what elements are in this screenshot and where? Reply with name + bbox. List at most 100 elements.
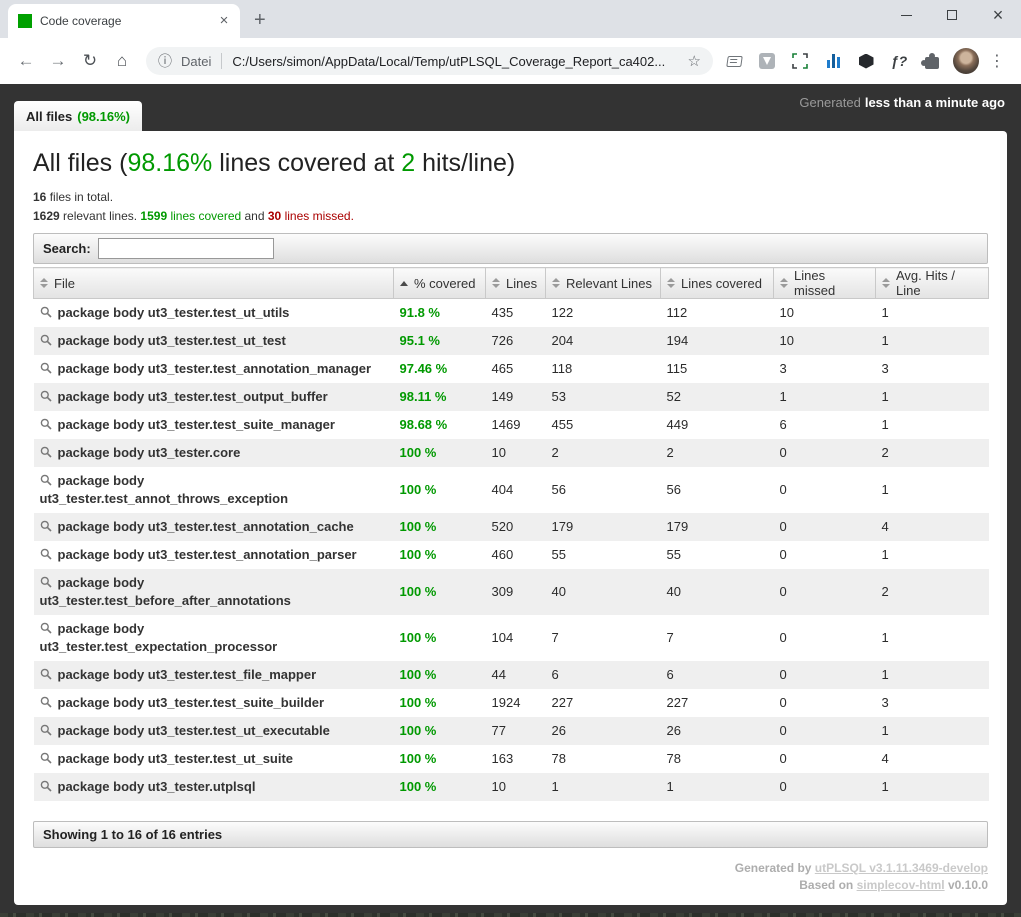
table-row[interactable]: package body ut3_tester.utplsql 100 % 10… [34,773,989,801]
cell-lines-missed: 3 [774,355,876,383]
file-name[interactable]: package body ut3_tester.core [58,445,241,460]
cell-percent-covered: 100 % [394,661,486,689]
file-name[interactable]: package bodyut3_tester.test_expectation_… [40,621,278,654]
file-name[interactable]: package body ut3_tester.test_suite_manag… [58,417,335,432]
file-name[interactable]: package body ut3_tester.test_ut_utils [58,305,290,320]
table-row[interactable]: package bodyut3_tester.test_before_after… [34,569,989,615]
cell-relevant-lines: 122 [546,299,661,328]
table-row[interactable]: package body ut3_tester.test_output_buff… [34,383,989,411]
screenshot-extension-icon[interactable] [791,52,809,70]
cell-lines-missed: 0 [774,661,876,689]
file-name[interactable]: package body ut3_tester.test_annotation_… [58,547,357,562]
profile-avatar[interactable] [953,48,979,74]
cell-relevant-lines: 26 [546,717,661,745]
back-icon[interactable]: ← [10,51,42,71]
table-row[interactable]: package body ut3_tester.test_annotation_… [34,355,989,383]
function-extension-icon[interactable]: ƒ? [890,52,908,70]
file-name[interactable]: package body ut3_tester.test_suite_build… [58,695,325,710]
browser-menu-icon[interactable]: ⋮ [989,51,1005,71]
cell-file: package body ut3_tester.test_ut_suite [34,745,394,773]
column-header[interactable]: % covered [394,268,486,299]
file-name[interactable]: package body ut3_tester.test_ut_test [58,333,286,348]
cube-extension-icon[interactable] [857,52,875,70]
cell-lines-covered: 55 [661,541,774,569]
magnifier-icon [40,575,52,590]
cell-file: package body ut3_tester.test_annotation_… [34,541,394,569]
table-row[interactable]: package body ut3_tester.core 100 % 10 2 … [34,439,989,467]
column-header[interactable]: Lines covered [661,268,774,299]
cell-lines-missed: 0 [774,773,876,801]
column-header[interactable]: Lines missed [774,268,876,299]
puzzle-icon [925,57,939,69]
table-row[interactable]: package bodyut3_tester.test_expectation_… [34,615,989,661]
cell-relevant-lines: 6 [546,661,661,689]
table-row[interactable]: package bodyut3_tester.test_annot_throws… [34,467,989,513]
cell-relevant-lines: 455 [546,411,661,439]
table-row[interactable]: package body ut3_tester.test_ut_executab… [34,717,989,745]
file-name[interactable]: package body ut3_tester.test_file_mapper [58,667,317,682]
magnifier-icon [40,547,52,562]
all-files-tab-label: All files [26,109,72,124]
cell-avg-hits: 1 [876,467,989,513]
new-tab-button[interactable]: + [254,10,266,30]
cell-file: package body ut3_tester.test_suite_manag… [34,411,394,439]
tab-all-files[interactable]: All files (98.16%) [14,101,142,131]
url-text[interactable]: C:/Users/simon/AppData/Local/Temp/utPLSQ… [232,54,679,69]
column-header[interactable]: Relevant Lines [546,268,661,299]
column-header[interactable]: File [34,268,394,299]
page-info-icon[interactable]: ⓘ [158,51,172,71]
pdf-extension-icon[interactable] [758,52,776,70]
histogram-extension-icon[interactable] [824,52,842,70]
column-header[interactable]: Lines [486,268,546,299]
tab-close-icon[interactable]: × [216,13,232,29]
title-percent: 98.16% [127,149,212,177]
table-row[interactable]: package body ut3_tester.test_ut_test 95.… [34,327,989,355]
simplecov-link[interactable]: simplecov-html [857,878,945,892]
file-name[interactable]: package body ut3_tester.test_annotation_… [58,519,354,534]
column-header[interactable]: Avg. Hits / Line [876,268,989,299]
generator-link[interactable]: utPLSQL v3.1.11.3469-develop [815,861,988,875]
file-name[interactable]: package bodyut3_tester.test_before_after… [40,575,291,608]
file-name[interactable]: package body ut3_tester.test_output_buff… [58,389,328,404]
table-row[interactable]: package body ut3_tester.test_ut_utils 91… [34,299,989,328]
file-name[interactable]: package body ut3_tester.test_annotation_… [58,361,372,376]
cell-relevant-lines: 1 [546,773,661,801]
close-button[interactable]: × [975,0,1021,30]
cell-percent-covered: 100 % [394,467,486,513]
maximize-button[interactable] [929,0,975,30]
file-name[interactable]: package bodyut3_tester.test_annot_throws… [40,473,289,506]
cell-lines: 77 [486,717,546,745]
table-row[interactable]: package body ut3_tester.test_suite_manag… [34,411,989,439]
cell-avg-hits: 4 [876,745,989,773]
extensions-menu-button[interactable] [923,52,941,70]
magnifier-icon [40,695,52,710]
cell-lines-covered: 227 [661,689,774,717]
browser-toolbar: ← → ↻ ⌂ ⓘ Datei C:/Users/simon/AppData/L… [0,38,1021,84]
search-input[interactable] [98,238,274,259]
cell-avg-hits: 1 [876,541,989,569]
table-row[interactable]: package body ut3_tester.test_annotation_… [34,541,989,569]
table-row[interactable]: package body ut3_tester.test_ut_suite 10… [34,745,989,773]
file-name[interactable]: package body ut3_tester.test_ut_executab… [58,723,330,738]
table-row[interactable]: package body ut3_tester.test_suite_build… [34,689,989,717]
cell-lines-covered: 78 [661,745,774,773]
reload-icon[interactable]: ↻ [74,51,106,71]
file-name[interactable]: package body ut3_tester.test_ut_suite [58,751,294,766]
address-bar[interactable]: ⓘ Datei C:/Users/simon/AppData/Local/Tem… [146,47,713,75]
forward-icon[interactable]: → [42,51,74,71]
file-name[interactable]: package body ut3_tester.utplsql [58,779,256,794]
cell-lines-covered: 26 [661,717,774,745]
table-row[interactable]: package body ut3_tester.test_file_mapper… [34,661,989,689]
notes-extension-icon[interactable] [725,52,743,70]
cell-file: package body ut3_tester.core [34,439,394,467]
table-row[interactable]: package body ut3_tester.test_annotation_… [34,513,989,541]
home-icon[interactable]: ⌂ [106,51,138,71]
cell-relevant-lines: 7 [546,615,661,661]
browser-tab-strip: Code coverage × + × [0,0,1021,38]
cell-relevant-lines: 78 [546,745,661,773]
browser-tab[interactable]: Code coverage × [8,4,240,38]
cell-avg-hits: 1 [876,661,989,689]
bookmark-star-icon[interactable]: ☆ [688,52,701,70]
generated-prefix: Generated [799,95,860,110]
minimize-button[interactable] [883,0,929,30]
